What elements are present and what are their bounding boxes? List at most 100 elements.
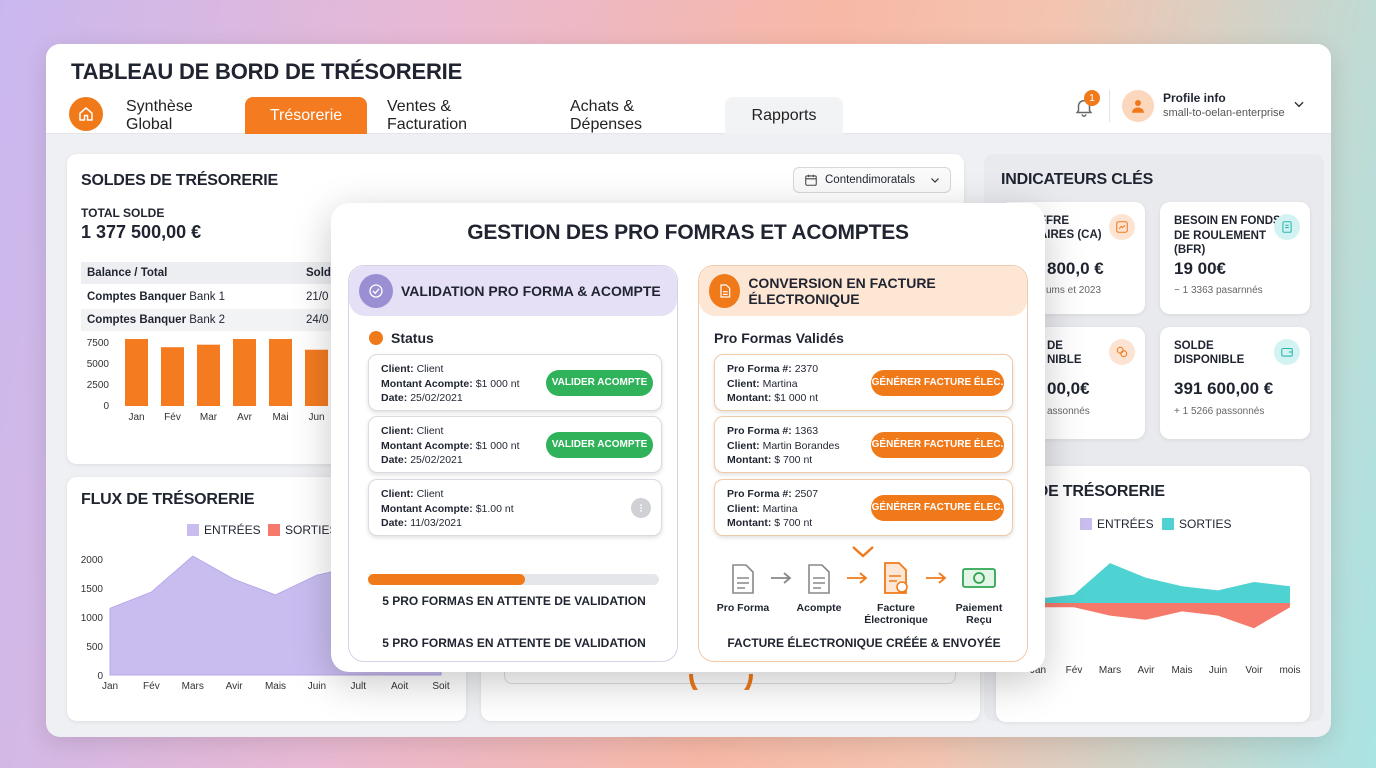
coins-icon: [1116, 346, 1128, 358]
x-tick-label: Aoit: [391, 681, 408, 692]
x-tick-label: Jan: [102, 681, 118, 692]
status-row: Status: [369, 330, 434, 346]
x-tick-label: Voir: [1245, 665, 1263, 676]
invoice-step-icon: [884, 562, 908, 594]
pro-forma-item[interactable]: Pro Forma #: 2370 Client: Martina Montan…: [714, 354, 1013, 411]
kpi-title-line: AIRES (CA): [1039, 229, 1102, 241]
date-label: Date:: [381, 454, 408, 466]
acompte-item[interactable]: Client: Client Montant Acompte: $1 000 n…: [368, 416, 662, 473]
profile-menu-button[interactable]: [1292, 97, 1306, 116]
montant-label: Montant Acompte:: [381, 377, 473, 390]
tab-achats[interactable]: Achats & Dépenses: [552, 97, 723, 134]
pro-forma-item[interactable]: Pro Forma #: 2507 Client: Martina Montan…: [714, 479, 1013, 536]
kpi-card-disponible-2[interactable]: SOLDE DISPONIBLE 391 600,00 € + 1 5266 p…: [1160, 327, 1310, 439]
legend-sorties: SORTIES: [1162, 517, 1231, 531]
generer-facture-button[interactable]: GÉNÉRER FACTURE ÉLEC.: [871, 370, 1004, 396]
client-value: Martina: [762, 377, 798, 390]
validation-header-label: VALIDATION PRO FORMA & ACOMPTE: [401, 283, 661, 299]
document-icon: [1282, 221, 1292, 233]
step-label-line: Électronique: [864, 614, 928, 626]
kpi-icon-bg: [1274, 214, 1300, 240]
legend-swatch: [1080, 518, 1092, 530]
bar: [233, 339, 256, 406]
pf-label: Pro Forma #:: [727, 363, 792, 375]
kpi-title-line: FFRE: [1039, 215, 1070, 227]
tab-ventes[interactable]: Ventes & Facturation: [369, 97, 550, 134]
home-button[interactable]: [69, 97, 103, 131]
user-icon: [1132, 100, 1144, 113]
step-label-line: Facture: [877, 602, 915, 614]
client-label: Client:: [727, 377, 760, 390]
valider-acompte-button[interactable]: VALIDER ACOMPTE: [546, 370, 653, 396]
tab-rapports[interactable]: Rapports: [725, 97, 843, 134]
client-value: Martin Borandes: [762, 439, 840, 452]
table-row[interactable]: Comptes Banquer Bank 2 24/0: [81, 309, 341, 331]
kpi-title: SOLDE DISPONIBLE: [1174, 339, 1244, 367]
bar: [161, 347, 184, 406]
step-label: Acompte: [779, 602, 859, 614]
date-value: 25/02/2021: [410, 454, 463, 466]
date-label: Date:: [381, 517, 408, 529]
check-circle-icon: [369, 284, 383, 298]
x-tick-label: Juin: [1209, 665, 1227, 676]
pf-value: 2507: [794, 488, 819, 500]
valider-acompte-button[interactable]: VALIDER ACOMPTE: [546, 432, 653, 458]
soldes-bar-chart: 025005000750010000JanFévMarAvrMaiJun: [87, 339, 328, 423]
kpi-title-line: DE ROULEMENT: [1174, 229, 1266, 242]
acompte-item[interactable]: Client: Client Montant Acompte: $1.00 nt…: [368, 479, 662, 536]
generer-facture-button[interactable]: GÉNÉRER FACTURE ÉLEC.: [871, 432, 1004, 458]
home-icon: [79, 107, 93, 121]
generer-facture-button[interactable]: GÉNÉRER FACTURE ÉLEC.: [871, 495, 1004, 521]
client-label: Client:: [381, 425, 414, 437]
kpi-title: BESOIN EN FONDS DE ROULEMENT (BFR): [1174, 214, 1281, 258]
kpi-sub: ums et 2023: [1046, 285, 1102, 296]
client-label: Client:: [727, 439, 760, 452]
kpi-sub: assonnés: [1047, 406, 1090, 417]
client-value: Martina: [762, 502, 798, 515]
tab-tresorerie[interactable]: Trésorerie: [245, 97, 367, 134]
conversion-panel: CONVERSION EN FACTURE ÉLECTRONIQUE Pro F…: [698, 265, 1028, 662]
avatar[interactable]: [1122, 90, 1154, 122]
period-dropdown[interactable]: Contendimoratals: [793, 167, 951, 193]
step-label-line: Acompte: [796, 602, 842, 614]
client-line: Client: Client: [381, 487, 649, 502]
montant-label: Montant:: [727, 392, 772, 404]
bar: [125, 339, 148, 406]
tab-synthese[interactable]: Synthèse Global: [108, 97, 243, 134]
table-header: Balance / Total Solde: [81, 262, 341, 284]
conversion-footer: FACTURE ÉLECTRONIQUE CRÉÉE & ENVOYÉE: [727, 636, 1001, 650]
main-tabs: Synthèse Global Trésorerie Ventes & Fact…: [108, 97, 845, 134]
kpi-card-bfr[interactable]: BESOIN EN FONDS DE ROULEMENT (BFR) 19 00…: [1160, 202, 1310, 314]
kpi-icon-bg: [1109, 214, 1135, 240]
modal-title: GESTION DES PRO FOMRAS ET ACOMPTES: [467, 221, 909, 244]
row-value: 24/0: [306, 314, 329, 326]
row-value: 21/0: [306, 291, 329, 303]
client-label: Client:: [381, 363, 414, 375]
acompte-item[interactable]: Client: Client Montant Acompte: $1 000 n…: [368, 354, 662, 411]
table-row[interactable]: Comptes Banquer Bank 1 21/0: [81, 286, 341, 308]
chevron-down-icon: [1294, 101, 1304, 108]
notification-badge: 1: [1084, 90, 1100, 106]
conversion-header: CONVERSION EN FACTURE ÉLECTRONIQUE: [699, 266, 1027, 316]
validation-panel: VALIDATION PRO FORMA & ACOMPTE Status Cl…: [348, 265, 678, 662]
pending-text: 5 PRO FORMAS EN ATTENTE DE VALIDATION: [382, 636, 646, 650]
more-options-button[interactable]: [631, 498, 651, 518]
wallet-icon: [1281, 347, 1293, 357]
kpi-value: 19 00€: [1174, 259, 1226, 278]
bar: [305, 349, 328, 406]
status-label: Status: [391, 330, 434, 346]
date-label: Date:: [381, 392, 408, 404]
pro-forma-item[interactable]: Pro Forma #: 1363 Client: Martin Borande…: [714, 416, 1013, 473]
legend-swatch: [1162, 518, 1174, 530]
kpi-value: 800,0 €: [1047, 259, 1104, 278]
validated-subtitle: Pro Formas Validés: [714, 330, 844, 346]
arrow-right-icon: [847, 572, 868, 584]
total-value: 1 377 500,00 €: [81, 222, 202, 242]
montant-line: Montant Acompte: $1.00 nt: [381, 502, 649, 517]
period-dropdown-value: Contendimoratals: [825, 174, 916, 186]
profile-id: small-to-oelan-enterprise: [1163, 107, 1285, 119]
step-label: Pro Forma: [703, 602, 783, 614]
x-tick-label: Mar: [200, 412, 218, 423]
x-tick-label: Avr: [237, 412, 252, 423]
x-tick-label: Jult: [350, 681, 366, 692]
